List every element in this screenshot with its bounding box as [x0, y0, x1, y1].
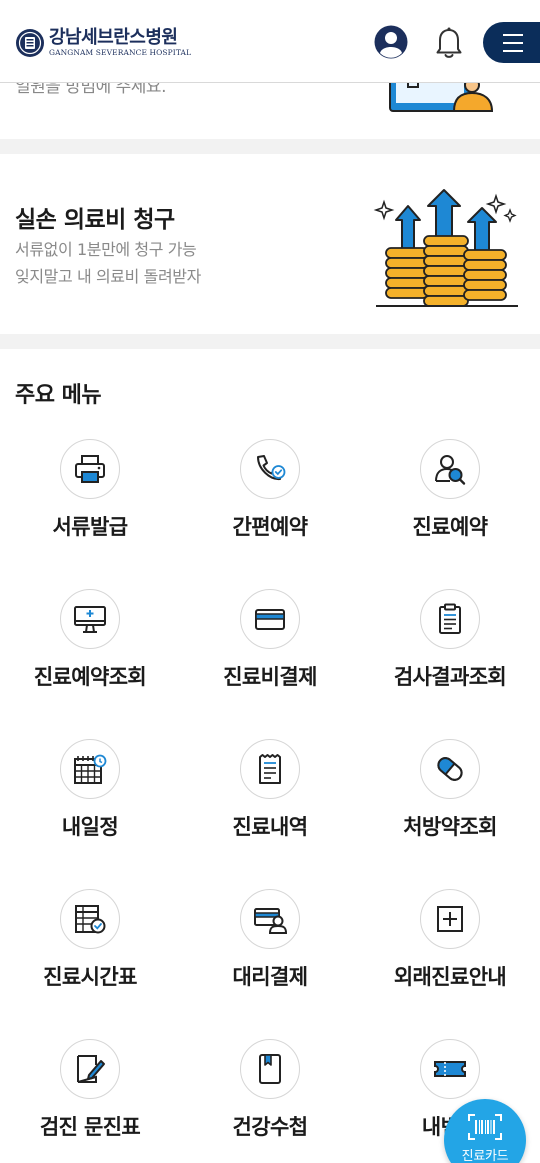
promo-banner-text: 일원을 방범에 주세요.: [15, 83, 166, 97]
promo-banner-top[interactable]: 일원을 방범에 주세요.: [0, 83, 540, 139]
menu-item-quick-reservation[interactable]: 간편예약: [180, 439, 360, 569]
monitor-person-illustration: [389, 83, 494, 112]
section-divider: [0, 334, 540, 349]
menu-item-document-issue[interactable]: 서류발급: [0, 439, 180, 569]
hamburger-menu-button[interactable]: [483, 22, 540, 63]
monitor-icon: [74, 606, 106, 633]
ticket-icon: [434, 1061, 466, 1077]
app-header: 강남세브란스병원 GANGNAM SEVERANCE HOSPITAL: [0, 0, 540, 83]
bell-icon[interactable]: [434, 26, 464, 60]
claim-subtitle-2: 잊지말고 내 의료비 돌려받자: [15, 267, 201, 286]
coin-stacks-arrows-illustration: [373, 189, 518, 307]
menu-item-payment[interactable]: 진료비결제: [180, 589, 360, 719]
menu-item-test-results[interactable]: 검사결과조회: [360, 589, 540, 719]
calendar-icon: [74, 754, 107, 784]
main-menu-section: 주요 메뉴 서류발급 간편예약 진료예약 진료예약조회 진료비결제 검사결과조회…: [0, 349, 540, 1163]
hospital-logo[interactable]: 강남세브란스병원 GANGNAM SEVERANCE HOSPITAL: [15, 28, 191, 58]
credit-card-icon: [255, 609, 285, 630]
logo-english-name: GANGNAM SEVERANCE HOSPITAL: [49, 48, 192, 57]
claim-title: 실손 의료비 청구: [15, 207, 175, 233]
logo-korean-name: 강남세브란스병원: [49, 27, 178, 48]
questionnaire-icon: [77, 1055, 105, 1083]
insurance-claim-banner[interactable]: 실손 의료비 청구 서류없이 1분만에 청구 가능 잊지말고 내 의료비 돌려받…: [0, 154, 540, 334]
hospital-seal-icon: [16, 29, 44, 57]
proxy-payment-icon: [254, 908, 288, 934]
menu-item-timetable[interactable]: 진료시간표: [0, 889, 180, 1019]
patient-card-label: 진료카드: [461, 1149, 509, 1163]
menu-item-reservation-lookup[interactable]: 진료예약조회: [0, 589, 180, 719]
hamburger-menu-icon: [503, 34, 523, 52]
clipboard-icon: [439, 603, 461, 634]
menu-item-outpatient-guide[interactable]: 외래진료안내: [360, 889, 540, 1019]
timetable-icon: [75, 905, 106, 934]
menu-item-treatment-history[interactable]: 진료내역: [180, 739, 360, 869]
main-menu-title: 주요 메뉴: [15, 383, 102, 408]
pill-icon: [437, 757, 463, 781]
menu-item-my-schedule[interactable]: 내일정: [0, 739, 180, 869]
plus-square-icon: [437, 906, 463, 932]
barcode-icon: [468, 1114, 502, 1140]
menu-item-health-notebook[interactable]: 건강수첩: [180, 1039, 360, 1163]
claim-subtitle-1: 서류없이 1분만에 청구 가능: [15, 240, 197, 259]
phone-check-icon: [257, 455, 286, 481]
menu-item-checkup-questionnaire[interactable]: 검진 문진표: [0, 1039, 180, 1163]
menu-item-reservation[interactable]: 진료예약: [360, 439, 540, 569]
section-divider: [0, 139, 540, 154]
health-notebook-icon: [259, 1054, 281, 1084]
doctor-search-icon: [435, 455, 466, 485]
menu-item-proxy-payment[interactable]: 대리결제: [180, 889, 360, 1019]
user-icon[interactable]: [374, 25, 408, 59]
printer-icon: [75, 455, 105, 483]
menu-item-prescription-lookup[interactable]: 처방약조회: [360, 739, 540, 869]
receipt-icon: [259, 754, 281, 784]
